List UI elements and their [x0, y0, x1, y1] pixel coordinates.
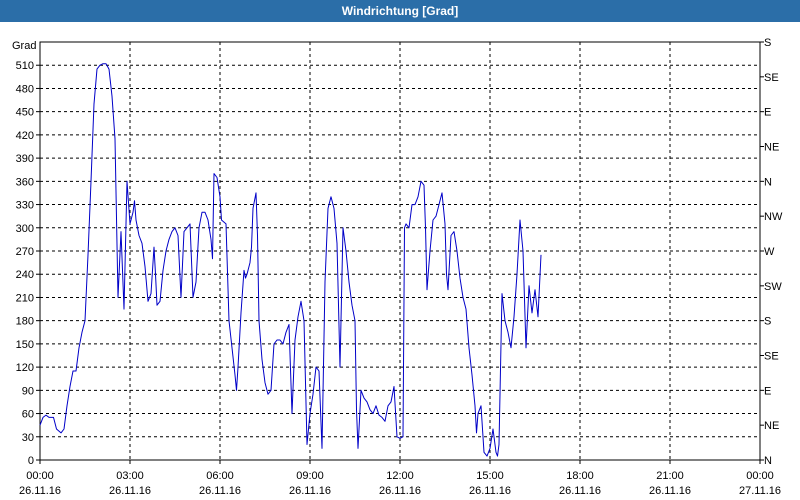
wind-direction-chart: 0 30 60 90 120 150 180 210 240 270 300 330 360 390 420… [12, 37, 783, 497]
series-line [39, 63, 542, 457]
x-tick-date: 26.11.16 [199, 485, 241, 497]
y-axis-label: Grad [12, 40, 36, 52]
y-tick-label: 240 [16, 269, 34, 281]
y-tick-label: 420 [16, 130, 34, 142]
chart-title: Windrichtung [Grad] [0, 0, 800, 22]
y-tick-label: 90 [22, 385, 34, 397]
y-tick-label: 360 [16, 176, 34, 188]
y-tick-label: 120 [16, 362, 34, 374]
right-tick-label: N [764, 455, 772, 467]
y-tick-label: 300 [16, 223, 34, 235]
x-tick-date: 27.11.16 [739, 485, 781, 497]
x-tick-time: 15:00 [476, 470, 504, 482]
x-axis: 00:00 26.11.16 03:00 26.11.16 06:00 26.11.16 0… [19, 460, 781, 497]
right-tick-label: S [764, 316, 771, 328]
x-tick-date: 26.11.16 [649, 485, 691, 497]
x-tick-time: 06:00 [206, 470, 234, 482]
y-tick-label: 60 [22, 409, 34, 421]
x-tick-date: 26.11.16 [19, 485, 61, 497]
y-axis-right-compass: N NE E SE S SW W NW N NE E SE S [760, 37, 783, 467]
y-tick-label: 390 [16, 153, 34, 165]
y-tick-label: 180 [16, 316, 34, 328]
y-tick-label: 480 [16, 83, 34, 95]
series-layer [39, 63, 542, 457]
right-tick-label: W [764, 246, 775, 258]
y-axis-left: 0 30 60 90 120 150 180 210 240 270 300 330 360 390 420… [12, 40, 40, 467]
y-tick-label: 450 [16, 107, 34, 119]
x-tick-time: 12:00 [386, 470, 414, 482]
x-tick-time: 00:00 [746, 470, 774, 482]
x-tick-time: 18:00 [566, 470, 594, 482]
y-tick-label: 30 [22, 432, 34, 444]
right-tick-label: S [764, 37, 771, 49]
x-tick-time: 21:00 [656, 470, 684, 482]
y-tick-label: 0 [28, 455, 34, 467]
x-tick-time: 00:00 [26, 470, 54, 482]
y-tick-label: 330 [16, 200, 34, 212]
x-tick-date: 26.11.16 [379, 485, 421, 497]
x-tick-date: 26.11.16 [469, 485, 511, 497]
right-tick-label: NE [764, 142, 779, 154]
right-tick-label: E [764, 385, 771, 397]
grid-lines [40, 42, 760, 460]
x-tick-time: 03:00 [116, 470, 144, 482]
x-tick-date: 26.11.16 [109, 485, 151, 497]
y-tick-label: 270 [16, 246, 34, 258]
right-tick-label: E [764, 107, 771, 119]
right-tick-label: N [764, 176, 772, 188]
x-tick-date: 26.11.16 [289, 485, 331, 497]
right-tick-label: SW [764, 281, 782, 293]
y-tick-label: 210 [16, 292, 34, 304]
right-tick-label: SE [764, 351, 779, 363]
y-tick-label: 150 [16, 339, 34, 351]
y-tick-label: 510 [16, 60, 34, 72]
right-tick-label: SE [764, 72, 779, 84]
x-tick-date: 26.11.16 [559, 485, 601, 497]
right-tick-label: NE [764, 420, 779, 432]
x-tick-time: 09:00 [296, 470, 324, 482]
right-tick-label: NW [764, 211, 783, 223]
